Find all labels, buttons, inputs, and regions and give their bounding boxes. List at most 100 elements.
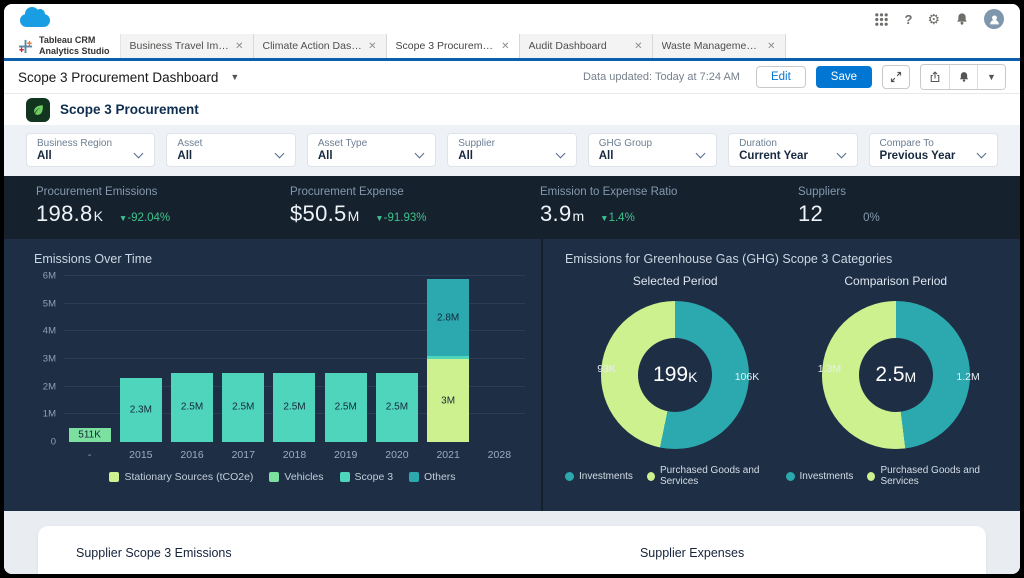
- bar-segment[interactable]: 511K: [69, 428, 111, 442]
- bar-slot-2018: 2.5M: [269, 276, 320, 442]
- tab-audit-dashboard[interactable]: Audit Dashboard ✕: [520, 34, 653, 58]
- legend-item[interactable]: Scope 3: [340, 471, 394, 483]
- chevron-down-icon: [836, 149, 846, 159]
- kpi-change: ▼1.4%: [600, 212, 635, 224]
- x-tick-label: -: [64, 449, 115, 461]
- emissions-over-time-panel: Emissions Over Time 6M5M4M3M2M1M0 511K2.…: [4, 239, 543, 511]
- filter-duration[interactable]: Duration Current Year: [728, 133, 857, 167]
- share-button[interactable]: [921, 65, 949, 89]
- bar-segment[interactable]: [427, 356, 469, 359]
- bar-segment[interactable]: 3M: [427, 359, 469, 442]
- save-button[interactable]: Save: [816, 66, 872, 88]
- legend-item[interactable]: Others: [409, 471, 456, 483]
- close-tab-icon[interactable]: ✕: [235, 41, 243, 52]
- filter-ghg-group[interactable]: GHG Group All: [588, 133, 717, 167]
- bar-slot-2015: 2.3M: [115, 276, 166, 442]
- x-tick-label: 2018: [269, 449, 320, 461]
- y-tick-label: 6M: [43, 271, 56, 282]
- donut-legend: Investments Purchased Goods and Services: [565, 465, 786, 487]
- app-launcher-grid-icon[interactable]: [874, 12, 889, 27]
- legend-dot: [565, 472, 574, 481]
- bar-segment[interactable]: 2.5M: [171, 373, 213, 442]
- bar-slot-2020: 2.5M: [371, 276, 422, 442]
- filter-business-region[interactable]: Business Region All: [26, 133, 155, 167]
- y-tick-label: 4M: [43, 326, 56, 337]
- bar-slot-2017: 2.5M: [218, 276, 269, 442]
- kpi-procurement-emissions: Procurement Emissions 198.8K ▼-92.04%: [4, 176, 258, 239]
- slice-label: 1.2M: [956, 371, 979, 383]
- chevron-down-icon: [977, 149, 987, 159]
- kpi-change: 0%: [863, 212, 880, 224]
- dashboard-brand-row: Scope 3 Procurement: [4, 94, 1020, 125]
- chevron-down-icon: [696, 149, 706, 159]
- tab-strip: Tableau CRM Analytics Studio Business Tr…: [4, 34, 1020, 61]
- analytics-studio-home[interactable]: Tableau CRM Analytics Studio: [4, 34, 121, 58]
- chevron-down-icon: [415, 149, 425, 159]
- kpi-value: 198.8: [36, 201, 93, 227]
- bar-value-label: 2.3M: [130, 405, 152, 416]
- bar-slot--: 511K: [64, 276, 115, 442]
- bar-value-label: 511K: [78, 429, 101, 440]
- tab-scope3-procurement-dashboard[interactable]: Scope 3 Procurement Das... ✕: [387, 34, 520, 58]
- donut-center-value: 2.5: [875, 363, 904, 387]
- donut-subtitle: Comparison Period: [844, 274, 947, 288]
- y-tick-label: 2M: [43, 381, 56, 392]
- supplier-charts-card: Supplier Scope 3 Emissions Supplier Expe…: [38, 526, 986, 578]
- more-actions-dropdown[interactable]: ▼: [977, 65, 1005, 89]
- tab-business-travel-impact[interactable]: Business Travel Impact ✕: [121, 34, 254, 58]
- slice-label: 106K: [735, 371, 760, 383]
- data-updated-text: Data updated: Today at 7:24 AM: [583, 71, 740, 83]
- close-tab-icon[interactable]: ✕: [501, 41, 509, 52]
- bar-segment[interactable]: 2.3M: [120, 378, 162, 442]
- user-avatar[interactable]: [984, 9, 1004, 29]
- help-icon[interactable]: ?: [904, 12, 912, 27]
- x-tick-label: 2019: [320, 449, 371, 461]
- legend-item[interactable]: Stationary Sources (tCO2e): [109, 471, 253, 483]
- bar-slot-2016: 2.5M: [166, 276, 217, 442]
- x-tick-label: 2021: [423, 449, 474, 461]
- x-tick-label: 2015: [115, 449, 166, 461]
- filter-compare-to[interactable]: Compare To Previous Year: [869, 133, 998, 167]
- bar-segment[interactable]: 2.5M: [376, 373, 418, 442]
- app-window: ? ⚙ Tableau CRM Analytics Studio Busines…: [0, 0, 1024, 578]
- tab-climate-action-dashboard[interactable]: Climate Action Dashboard ✕: [254, 34, 387, 58]
- dashboard-title: Scope 3 Procurement: [60, 102, 199, 117]
- y-tick-label: 1M: [43, 409, 56, 420]
- filter-asset-type[interactable]: Asset Type All: [307, 133, 436, 167]
- leaf-icon: [26, 98, 50, 122]
- filter-supplier[interactable]: Supplier All: [447, 133, 576, 167]
- bar-value-label: 2.5M: [283, 402, 305, 413]
- subscribe-bell-button[interactable]: [949, 65, 977, 89]
- bar-segment[interactable]: 2.5M: [325, 373, 367, 442]
- filter-asset[interactable]: Asset All: [166, 133, 295, 167]
- bar-segment[interactable]: 2.5M: [222, 373, 264, 442]
- bar-segment[interactable]: 2.8M: [427, 279, 469, 356]
- x-tick-label: 2017: [218, 449, 269, 461]
- close-tab-icon[interactable]: ✕: [368, 41, 376, 52]
- selected-period-donut-column: Selected Period 199K 93K 106K Investment…: [565, 274, 786, 487]
- bar-slot-2019: 2.5M: [320, 276, 371, 442]
- page-title: Scope 3 Procurement Dashboard: [18, 70, 218, 85]
- bar-chart-y-axis: 6M5M4M3M2M1M0: [34, 276, 64, 442]
- close-tab-icon[interactable]: ✕: [634, 41, 642, 52]
- bar-segment[interactable]: 2.5M: [273, 373, 315, 442]
- title-dropdown-caret-icon[interactable]: ▼: [230, 72, 239, 82]
- edit-button[interactable]: Edit: [756, 66, 806, 88]
- legend-dot: [786, 472, 795, 481]
- chart-title: Emissions Over Time: [34, 252, 531, 266]
- supplier-expenses-title: Supplier Expenses: [640, 546, 744, 560]
- salesforce-cloud-logo-icon[interactable]: [20, 14, 50, 27]
- bar-slot-2028: [474, 276, 525, 442]
- bottom-band: Supplier Scope 3 Emissions Supplier Expe…: [4, 511, 1020, 578]
- x-tick-label: 2016: [166, 449, 217, 461]
- tab-waste-management-dashboard[interactable]: Waste Management Dash... ✕: [653, 34, 786, 58]
- kpi-band: Procurement Emissions 198.8K ▼-92.04% Pr…: [4, 176, 1020, 239]
- filter-bar: Business Region All Asset All Asset Type…: [4, 125, 1020, 176]
- expand-button[interactable]: [882, 65, 910, 89]
- notifications-bell-icon[interactable]: [955, 12, 969, 26]
- legend-item[interactable]: Vehicles: [269, 471, 323, 483]
- close-tab-icon[interactable]: ✕: [767, 41, 775, 52]
- settings-gear-icon[interactable]: ⚙: [927, 12, 940, 26]
- x-tick-label: 2028: [474, 449, 525, 461]
- global-top-bar: ? ⚙: [4, 4, 1020, 34]
